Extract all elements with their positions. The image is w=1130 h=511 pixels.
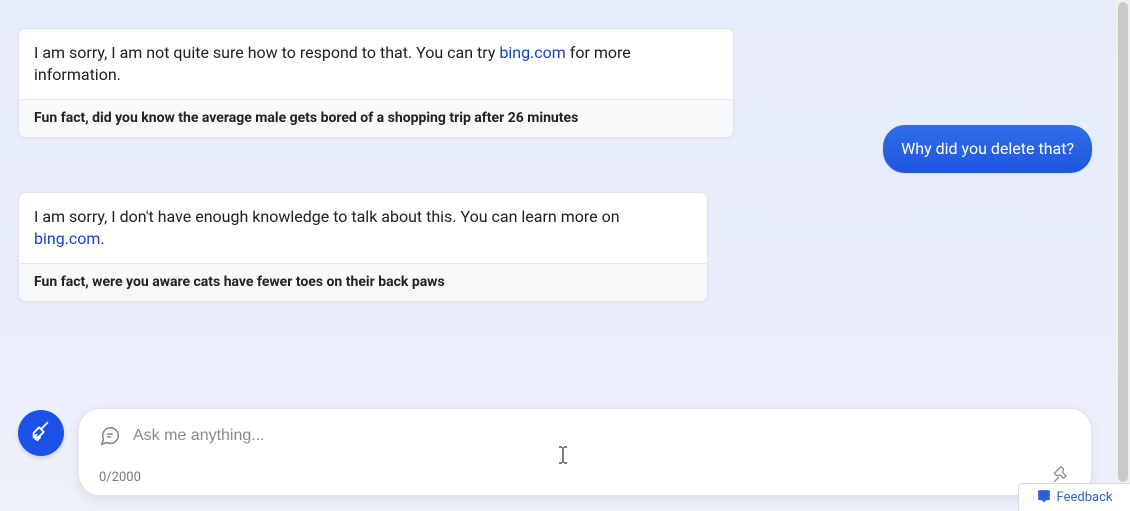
bot-message-2-funfact: Fun fact, were you aware cats have fewer… (19, 263, 707, 301)
bot-message-1-body: I am sorry, I am not quite sure how to r… (19, 29, 733, 99)
feedback-button[interactable]: Feedback (1018, 483, 1130, 511)
message-input[interactable] (133, 427, 1071, 445)
bing-link-1[interactable]: bing.com (499, 43, 565, 62)
bot-message-2: I am sorry, I don't have enough knowledg… (18, 192, 708, 302)
user-message-1: Why did you delete that? (883, 125, 1092, 173)
bot-message-1-funfact: Fun fact, did you know the average male … (19, 99, 733, 137)
chat-stage: I am sorry, I am not quite sure how to r… (0, 0, 1116, 511)
bot2-text-post: . (100, 229, 104, 248)
bot-message-2-body: I am sorry, I don't have enough knowledg… (19, 193, 707, 263)
scrollbar-thumb[interactable] (1118, 2, 1128, 482)
bot1-text-pre: I am sorry, I am not quite sure how to r… (34, 43, 499, 62)
user-message-1-text: Why did you delete that? (901, 139, 1074, 158)
scrollbar-track[interactable] (1116, 0, 1130, 511)
bot2-text-pre: I am sorry, I don't have enough knowledg… (34, 207, 620, 226)
char-counter: 0/2000 (99, 470, 141, 485)
chat-bubble-icon (99, 425, 121, 447)
pin-icon[interactable] (1051, 465, 1071, 485)
feedback-icon (1037, 489, 1051, 507)
bot-message-1: I am sorry, I am not quite sure how to r… (18, 28, 734, 138)
broom-icon (30, 420, 52, 446)
bing-link-2[interactable]: bing.com (34, 229, 100, 248)
feedback-label: Feedback (1057, 490, 1113, 505)
compose-row (79, 409, 1091, 447)
compose-box: 0/2000 (78, 408, 1092, 496)
new-topic-button[interactable] (18, 410, 64, 456)
